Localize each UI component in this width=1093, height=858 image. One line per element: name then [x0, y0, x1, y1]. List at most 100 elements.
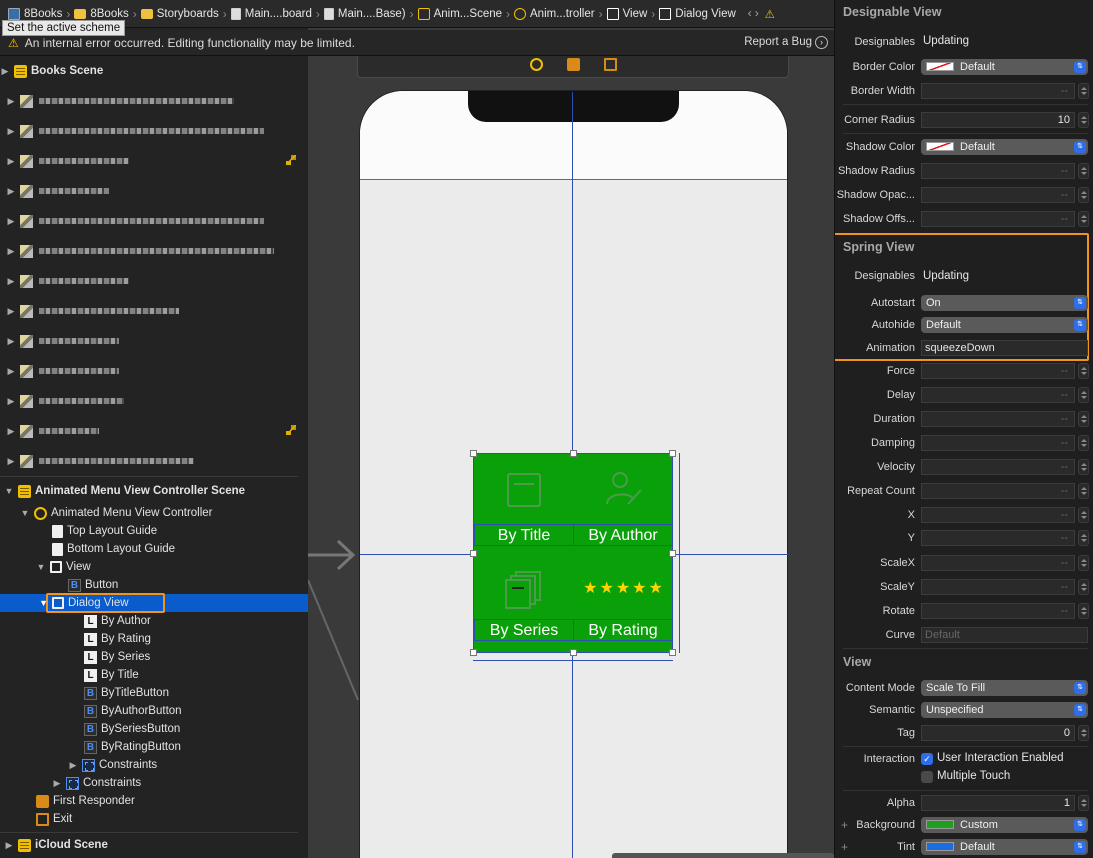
shadow-radius-field[interactable]: --: [921, 163, 1075, 179]
outline-icloud-scene[interactable]: ▶ iCloud Scene: [4, 836, 308, 854]
jumpbar-project[interactable]: 8Books: [8, 7, 62, 20]
outline-constraints-outer[interactable]: ▶ Constraints: [52, 774, 308, 792]
autostart-popup[interactable]: On ⇅: [921, 295, 1088, 311]
shadow-opacity-field[interactable]: --: [921, 187, 1075, 203]
outline-label-item[interactable]: L By Title: [84, 666, 308, 684]
duration-stepper[interactable]: [1078, 411, 1089, 427]
x-stepper[interactable]: [1078, 507, 1089, 523]
damping-stepper[interactable]: [1078, 435, 1089, 451]
plus-icon[interactable]: +: [841, 818, 848, 832]
border-color-popup[interactable]: Default ⇅: [921, 59, 1088, 75]
disclosure-triangle-expanded-icon[interactable]: ▼: [36, 562, 46, 572]
resize-handle[interactable]: [470, 649, 477, 656]
resize-handle[interactable]: [470, 450, 477, 457]
view-controller-icon[interactable]: [530, 58, 543, 71]
by-author-label[interactable]: By Author: [573, 524, 673, 546]
outline-blurred-row[interactable]: ▶: [6, 362, 308, 380]
disclosure-triangle-icon[interactable]: ▶: [6, 156, 16, 167]
disclosure-triangle-icon[interactable]: ▶: [6, 246, 16, 257]
outline-button-item[interactable]: B BySeriesButton: [84, 720, 308, 738]
border-width-field[interactable]: --: [921, 83, 1075, 99]
alpha-stepper[interactable]: [1078, 795, 1089, 811]
jumpbar-storyboards[interactable]: Storyboards: [140, 8, 219, 20]
disclosure-triangle-expanded-icon[interactable]: ▼: [4, 486, 14, 496]
resize-handle[interactable]: [470, 550, 477, 557]
disclosure-triangle-icon[interactable]: ▶: [6, 126, 16, 137]
jumpbar-nav-arrows[interactable]: ‹ ›: [748, 8, 759, 20]
disclosure-triangle-icon[interactable]: ▶: [6, 216, 16, 227]
outline-button-item[interactable]: B ByTitleButton: [84, 684, 308, 702]
scaley-stepper[interactable]: [1078, 579, 1089, 595]
resize-handle[interactable]: [669, 550, 676, 557]
disclosure-triangle-icon[interactable]: ▶: [6, 456, 16, 467]
disclosure-triangle-icon[interactable]: ▶: [6, 336, 16, 347]
repeat-count-stepper[interactable]: [1078, 483, 1089, 499]
resize-handle[interactable]: [669, 450, 676, 457]
velocity-stepper[interactable]: [1078, 459, 1089, 475]
delay-field[interactable]: --: [921, 387, 1075, 403]
x-field[interactable]: --: [921, 507, 1075, 523]
jumpbar-controller[interactable]: Anim...troller: [514, 7, 595, 20]
shadow-radius-stepper[interactable]: [1078, 163, 1089, 179]
corner-radius-field[interactable]: 10: [921, 112, 1075, 128]
disclosure-triangle-icon[interactable]: ▶: [68, 760, 78, 771]
tag-field[interactable]: 0: [921, 725, 1075, 741]
outline-label-item[interactable]: L By Author: [84, 612, 308, 630]
delay-stepper[interactable]: [1078, 387, 1089, 403]
corner-radius-stepper[interactable]: [1078, 112, 1089, 128]
outline-first-responder[interactable]: First Responder: [36, 792, 308, 810]
jumpbar-scene[interactable]: Anim...Scene: [417, 7, 502, 20]
segue-arrow-icon[interactable]: [308, 538, 358, 572]
outline-blurred-row[interactable]: ▶: [6, 92, 308, 110]
disclosure-triangle-expanded-icon[interactable]: ▼: [20, 508, 30, 518]
jumpbar-view[interactable]: View: [606, 7, 647, 20]
outline-view[interactable]: ▼ View: [36, 558, 308, 576]
autohide-popup[interactable]: Default ⇅: [921, 317, 1088, 333]
outline-animated-scene[interactable]: ▼ Animated Menu View Controller Scene: [4, 482, 308, 500]
tint-popup[interactable]: Default ⇅: [921, 839, 1088, 855]
shadow-opacity-stepper[interactable]: [1078, 187, 1089, 203]
outline-bottom-layout-guide[interactable]: Bottom Layout Guide: [52, 540, 308, 558]
plus-icon[interactable]: +: [841, 840, 848, 854]
disclosure-triangle-icon[interactable]: ▶: [6, 276, 16, 287]
outline-label-item[interactable]: L By Series: [84, 648, 308, 666]
outline-view-controller[interactable]: ▼ Animated Menu View Controller: [20, 504, 308, 522]
user-interaction-checkbox[interactable]: ✓: [921, 753, 933, 765]
rotate-field[interactable]: --: [921, 603, 1075, 619]
resize-handle[interactable]: [570, 450, 577, 457]
disclosure-triangle-icon[interactable]: ▶: [6, 426, 16, 437]
outline-blurred-row[interactable]: ▶: [6, 332, 308, 350]
jumpbar-group[interactable]: 8Books: [74, 8, 129, 20]
tag-stepper[interactable]: [1078, 725, 1089, 741]
outline-blurred-row[interactable]: ▶: [6, 302, 308, 320]
scaley-field[interactable]: --: [921, 579, 1075, 595]
y-field[interactable]: --: [921, 530, 1075, 546]
shadow-offset-stepper[interactable]: [1078, 211, 1089, 227]
jumpbar-dialog-view[interactable]: Dialog View: [659, 7, 736, 20]
outline-blurred-row[interactable]: ▶: [6, 452, 308, 470]
disclosure-triangle-expanded-icon[interactable]: ▼: [0, 598, 52, 608]
exit-icon[interactable]: [604, 58, 617, 71]
jumpbar-base-file[interactable]: Main....Base): [323, 7, 406, 20]
outline-blurred-row[interactable]: ▶: [6, 422, 308, 440]
border-width-stepper[interactable]: [1078, 83, 1089, 99]
scalex-field[interactable]: --: [921, 555, 1075, 571]
outline-books-scene[interactable]: ▶ Books Scene: [0, 62, 308, 80]
disclosure-triangle-icon[interactable]: ▶: [6, 366, 16, 377]
duration-field[interactable]: --: [921, 411, 1075, 427]
background-popup[interactable]: Custom ⇅: [921, 817, 1088, 833]
by-series-label[interactable]: By Series: [474, 619, 574, 641]
resize-handle[interactable]: [570, 649, 577, 656]
rotate-stepper[interactable]: [1078, 603, 1089, 619]
outline-blurred-row[interactable]: ▶: [6, 122, 308, 140]
outline-constraints-inner[interactable]: ▶ Constraints: [68, 756, 308, 774]
disclosure-triangle-icon[interactable]: ▶: [52, 778, 62, 789]
outline-blurred-row[interactable]: ▶: [6, 392, 308, 410]
outline-blurred-row[interactable]: ▶: [6, 182, 308, 200]
disclosure-triangle-icon[interactable]: ▶: [0, 66, 10, 77]
outline-blurred-row[interactable]: ▶: [6, 152, 308, 170]
damping-field[interactable]: --: [921, 435, 1075, 451]
disclosure-triangle-icon[interactable]: ▶: [6, 306, 16, 317]
alpha-field[interactable]: 1: [921, 795, 1075, 811]
resize-handle[interactable]: [669, 649, 676, 656]
